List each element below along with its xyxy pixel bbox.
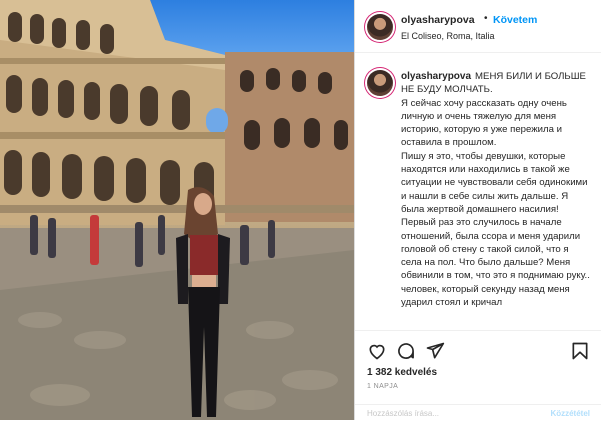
post-comment-button[interactable]: Közzététel (550, 409, 590, 418)
post-details-panel: olyasharypova • Követem El Coliseo, Roma… (354, 0, 601, 420)
separator-dot: • (484, 13, 488, 24)
colosseum-photo-illustration (0, 0, 354, 420)
comment-icon[interactable] (396, 341, 416, 361)
post-header: olyasharypova • Követem El Coliseo, Roma… (355, 0, 601, 53)
caption-paragraph-1: Я сейчас хочу рассказать одну очень личн… (401, 97, 567, 149)
post-username[interactable]: olyasharypova (401, 14, 475, 26)
likes-count[interactable]: 1 382 kedvelés (367, 367, 437, 378)
post-caption: olyasharypova МЕНЯ БИЛИ И БОЛЬШЕ НЕ БУДУ … (401, 70, 591, 309)
bookmark-icon[interactable] (570, 341, 590, 361)
heart-icon[interactable] (367, 341, 387, 361)
post-timestamp: 1 NAPJA (367, 383, 399, 390)
caption-avatar[interactable] (367, 70, 393, 96)
location-link[interactable]: El Coliseo, Roma, Italia (401, 31, 495, 41)
following-button[interactable]: Követem (493, 14, 537, 26)
comment-bar: Hozzászólás írása... Közzététel (355, 404, 601, 421)
post-photo[interactable] (0, 0, 354, 420)
share-icon[interactable] (425, 341, 445, 361)
post-actions-bar (355, 330, 601, 371)
avatar[interactable] (367, 14, 393, 40)
comment-input[interactable]: Hozzászólás írása... (367, 409, 439, 418)
caption-username[interactable]: olyasharypova (401, 71, 471, 82)
caption-paragraph-2: Пишу я это, чтобы девушки, которые наход… (401, 150, 590, 309)
